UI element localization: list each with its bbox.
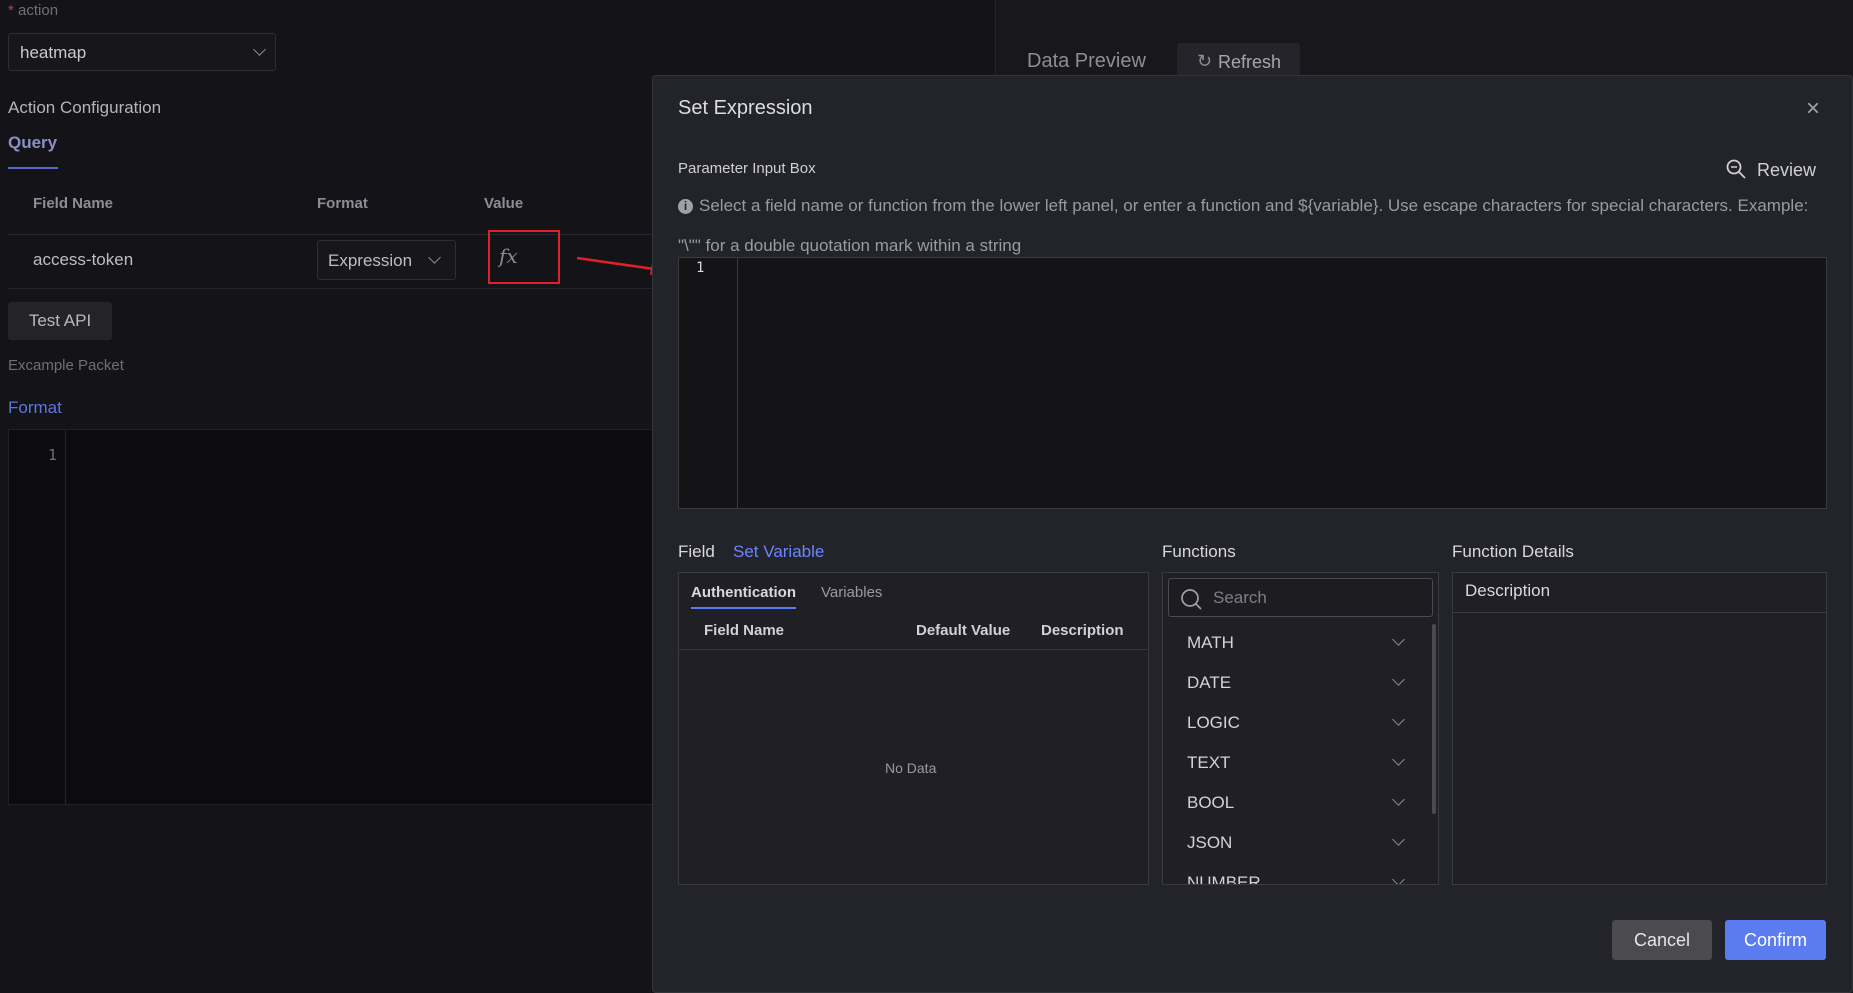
- function-details-label: Function Details: [1452, 542, 1574, 561]
- hint-body: Select a field name or function from the…: [678, 196, 1809, 255]
- col-field-name: Field Name: [704, 622, 785, 639]
- chevron-down-icon: [1392, 753, 1405, 766]
- functions-label: Functions: [1162, 542, 1236, 561]
- table-divider: [8, 288, 653, 289]
- function-category-logic[interactable]: LOGIC: [1187, 713, 1240, 733]
- function-category-math[interactable]: MATH: [1187, 633, 1234, 653]
- function-category-number[interactable]: NUMBER: [1187, 873, 1261, 884]
- no-data-text: No Data: [885, 760, 937, 776]
- cancel-button[interactable]: Cancel: [1612, 920, 1712, 960]
- col-description: Description: [1041, 622, 1124, 639]
- table-divider: [679, 649, 1148, 650]
- fx-icon: fx: [499, 244, 518, 268]
- tab-authentication-indicator: [691, 607, 796, 609]
- expression-editor[interactable]: [678, 257, 1827, 509]
- chevron-down-icon: [1392, 713, 1405, 726]
- col-field-name: Field Name: [33, 195, 114, 212]
- search-icon: [1181, 589, 1202, 610]
- description-header: Description: [1465, 581, 1551, 600]
- info-icon: i: [678, 199, 693, 214]
- chevron-down-icon: [1392, 673, 1405, 686]
- parameter-input-label: Parameter Input Box: [678, 160, 816, 177]
- format-select-value: Expression: [328, 251, 413, 270]
- close-icon[interactable]: ×: [1802, 97, 1824, 121]
- function-search-input[interactable]: Search: [1168, 578, 1433, 617]
- refresh-icon: ↻: [1197, 51, 1213, 71]
- col-format: Format: [317, 195, 368, 212]
- tab-query[interactable]: Query: [8, 133, 57, 153]
- dialog-title: Set Expression: [678, 97, 813, 119]
- example-packet-editor[interactable]: [8, 429, 653, 805]
- col-default-value: Default Value: [916, 622, 1011, 639]
- chevron-down-icon: [1392, 873, 1405, 884]
- chevron-down-icon: [1392, 793, 1405, 806]
- action-select-value: heatmap: [20, 43, 87, 62]
- chevron-down-icon: [428, 251, 441, 264]
- tab-authentication[interactable]: Authentication: [691, 584, 796, 601]
- confirm-button[interactable]: Confirm: [1725, 920, 1826, 960]
- function-category-bool[interactable]: BOOL: [1187, 793, 1234, 813]
- format-select[interactable]: Expression: [317, 240, 456, 280]
- review-button[interactable]: Review: [1725, 158, 1816, 182]
- function-list-scrollbar[interactable]: [1432, 624, 1436, 814]
- col-value: Value: [484, 195, 524, 212]
- value-fx-button[interactable]: fx: [488, 230, 560, 284]
- chevron-down-icon: [1392, 633, 1405, 646]
- action-label: * action: [8, 2, 59, 19]
- set-variable-link[interactable]: Set Variable: [733, 542, 824, 562]
- function-category-list: MATH DATE LOGIC TEXT BOOL JSON NUMBER: [1163, 622, 1438, 884]
- refresh-label: Refresh: [1218, 52, 1282, 72]
- field-label: Field: [678, 542, 715, 561]
- action-select[interactable]: heatmap: [8, 33, 276, 71]
- function-category-date[interactable]: DATE: [1187, 673, 1231, 693]
- search-placeholder: Search: [1213, 588, 1267, 607]
- details-divider: [1453, 612, 1826, 613]
- test-api-label: Test API: [28, 311, 92, 330]
- format-link[interactable]: Format: [8, 398, 62, 418]
- example-packet-label: Excample Packet: [8, 357, 124, 374]
- expression-editor-gutter: [679, 258, 738, 508]
- test-api-button[interactable]: Test API: [8, 302, 112, 340]
- editor-gutter: [9, 430, 66, 804]
- function-category-json[interactable]: JSON: [1187, 833, 1232, 853]
- zoom-search-icon: [1726, 159, 1746, 179]
- field-panel: [678, 572, 1149, 885]
- editor-line-number: 1: [48, 446, 58, 464]
- expression-line-number: 1: [696, 260, 705, 276]
- row-field-name: access-token: [33, 250, 134, 269]
- chevron-down-icon: [253, 43, 266, 56]
- review-label: Review: [1757, 160, 1817, 180]
- tab-variables[interactable]: Variables: [821, 584, 882, 601]
- hint-text: i Select a field name or function from th…: [678, 186, 1828, 266]
- function-category-text[interactable]: TEXT: [1187, 753, 1230, 773]
- data-preview-title: Data Preview: [1027, 50, 1146, 72]
- tab-query-indicator: [8, 167, 58, 169]
- function-details-panel: [1452, 572, 1827, 885]
- chevron-down-icon: [1392, 833, 1405, 846]
- action-config-title: Action Configuration: [8, 98, 162, 117]
